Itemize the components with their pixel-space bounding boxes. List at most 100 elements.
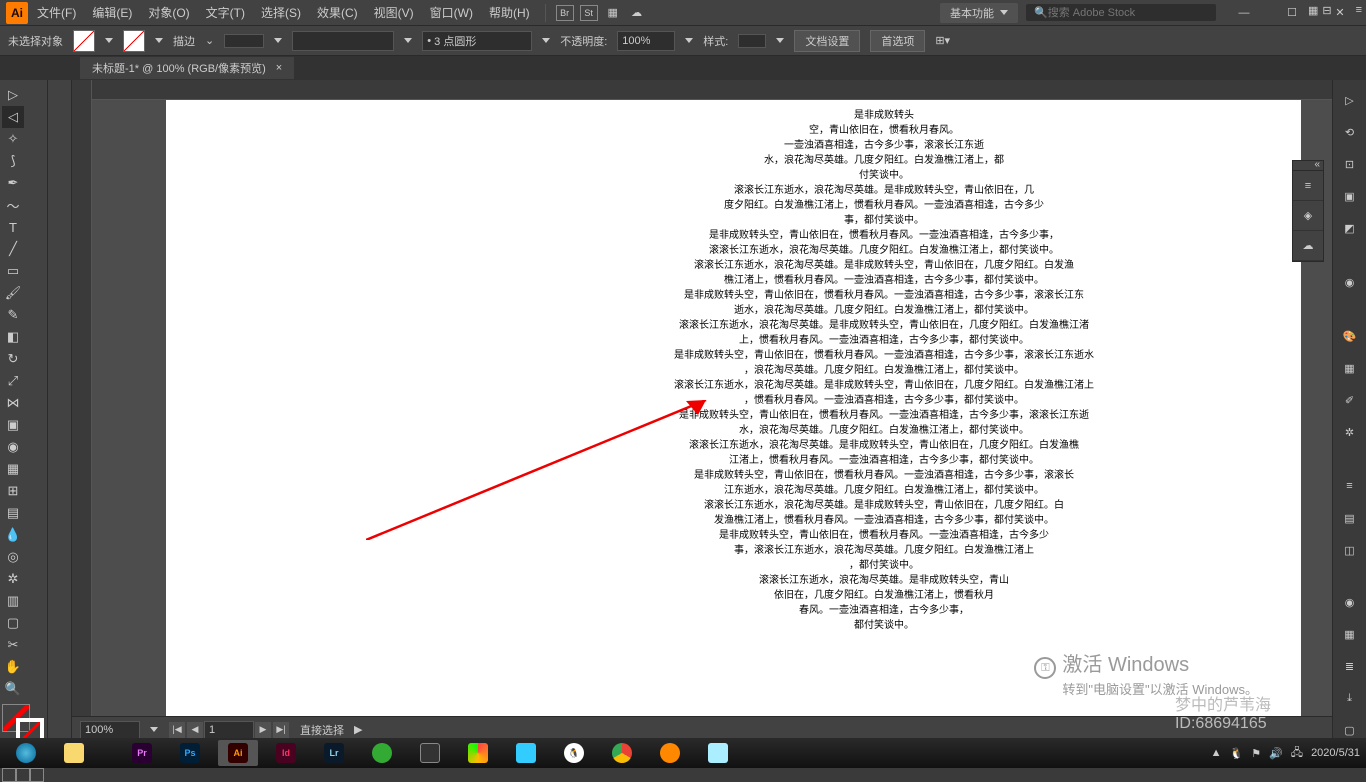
style-input[interactable]	[738, 34, 766, 48]
opacity-input[interactable]: 100%	[617, 31, 675, 51]
properties-panel-icon[interactable]: ≡	[1293, 171, 1323, 201]
menu-object[interactable]: 对象(O)	[141, 1, 196, 24]
prefs-button[interactable]: 首选项	[870, 30, 925, 52]
stroke-profile-input[interactable]	[292, 31, 394, 51]
draw-behind-icon[interactable]	[16, 768, 30, 782]
menu-help[interactable]: 帮助(H)	[482, 1, 537, 24]
hand-tool[interactable]: ✋	[2, 656, 24, 678]
arrange-icon[interactable]: ▦	[602, 2, 624, 24]
line-tool[interactable]: ╱	[2, 238, 24, 260]
toggle-panels-icon-2[interactable]: ⊟	[1322, 4, 1331, 17]
floating-panel[interactable]: « ≡ ◈ ☁	[1292, 160, 1324, 262]
layers-panel-icon[interactable]: ◈	[1293, 201, 1323, 231]
search-input[interactable]	[1048, 7, 1208, 19]
selection-tool[interactable]: ▷	[2, 84, 24, 106]
indesign-icon[interactable]: Id	[266, 740, 306, 766]
expand-strip[interactable]	[48, 80, 72, 742]
tray-qq-icon[interactable]: 🐧	[1230, 747, 1244, 760]
task-app-4-icon[interactable]	[506, 740, 546, 766]
artboard[interactable]: 是非成败转头空，青山依旧在，惯看秋月春风。一壶浊酒喜相逢，古今多少事，滚滚长江东…	[166, 100, 1301, 740]
rectangle-tool[interactable]: ▭	[2, 260, 24, 282]
tray-network-icon[interactable]: 🖧	[1291, 744, 1303, 763]
fill-swatch[interactable]	[73, 30, 95, 52]
menu-edit[interactable]: 编辑(E)	[85, 1, 139, 24]
type-tool[interactable]: T	[2, 216, 24, 238]
tray-flag-icon[interactable]: ⚑	[1251, 747, 1261, 760]
status-menu-icon[interactable]: ▶	[354, 723, 362, 736]
stock-icon[interactable]: St	[578, 2, 600, 24]
paintbrush-tool[interactable]: 🖌	[2, 282, 24, 304]
task-app-5-icon[interactable]	[650, 740, 690, 766]
last-artboard-button[interactable]: ▶|	[273, 722, 289, 738]
eyedropper-tool[interactable]: 💧	[2, 524, 24, 546]
menu-view[interactable]: 视图(V)	[367, 1, 421, 24]
gradient-tool[interactable]: ▤	[2, 502, 24, 524]
panel-collapse-icon[interactable]: «	[1314, 159, 1320, 170]
shape-builder-tool[interactable]: ◉	[2, 436, 24, 458]
brush-input[interactable]: • 3 点圆形	[422, 31, 532, 51]
stroke-link-icon[interactable]: ⌄	[205, 34, 214, 47]
graphic-styles-panel-icon[interactable]: ▦	[1338, 622, 1362, 646]
artboard-nav-input[interactable]: 1	[204, 721, 254, 739]
column-graph-tool[interactable]: ▥	[2, 590, 24, 612]
draw-inside-icon[interactable]	[30, 768, 44, 782]
doc-setup-button[interactable]: 文档设置	[794, 30, 860, 52]
lasso-tool[interactable]: ⟆	[2, 150, 24, 172]
stroke-weight-input[interactable]	[224, 34, 264, 48]
curvature-tool[interactable]: ～	[2, 194, 24, 216]
layers-icon[interactable]: ≣	[1338, 654, 1362, 678]
first-artboard-button[interactable]: |◀	[169, 722, 185, 738]
tray-sound-icon[interactable]: 🔊	[1269, 747, 1283, 760]
width-tool[interactable]: ⋈	[2, 392, 24, 414]
magic-wand-tool[interactable]: ✧	[2, 128, 24, 150]
brushes-panel-icon[interactable]: ✐	[1338, 388, 1362, 412]
task-app-1-icon[interactable]	[362, 740, 402, 766]
color-panel-icon[interactable]: 🎨	[1338, 324, 1362, 348]
eraser-tool[interactable]: ◧	[2, 326, 24, 348]
lightroom-icon[interactable]: Lr	[314, 740, 354, 766]
document-tab[interactable]: 未标题-1* @ 100% (RGB/像素预览) ×	[80, 57, 294, 79]
menu-effect[interactable]: 效果(C)	[310, 1, 365, 24]
zoom-tool[interactable]: 🔍	[2, 678, 24, 700]
taskbar-date[interactable]: 2020/5/31	[1311, 747, 1360, 759]
align-panel-icon[interactable]: ▣	[1338, 184, 1362, 208]
rotate-tool[interactable]: ↻	[2, 348, 24, 370]
free-transform-tool[interactable]: ▣	[2, 414, 24, 436]
asset-export-icon[interactable]: ⤓	[1338, 686, 1362, 710]
stroke-swatch[interactable]	[123, 30, 145, 52]
photoshop-icon[interactable]: Ps	[170, 740, 210, 766]
scale-tool[interactable]: ⤢	[2, 370, 24, 392]
browser-icon[interactable]	[6, 740, 46, 766]
fill-dropdown-icon[interactable]	[105, 38, 113, 43]
task-app-2-icon[interactable]	[410, 740, 450, 766]
pen-tool[interactable]: ✒	[2, 172, 24, 194]
symbol-sprayer-tool[interactable]: ✲	[2, 568, 24, 590]
search-box[interactable]: 🔍	[1026, 4, 1216, 21]
task-app-3-icon[interactable]	[458, 740, 498, 766]
align-icon[interactable]: ⊞▾	[935, 34, 950, 47]
libraries-panel-icon[interactable]: ☁	[1293, 231, 1323, 261]
draw-normal-icon[interactable]	[2, 768, 16, 782]
shaped-text-object[interactable]: 是非成败转头空，青山依旧在，惯看秋月春风。一壶浊酒喜相逢，古今多少事，滚滚长江东…	[603, 108, 1165, 648]
win-minimize[interactable]: —	[1224, 0, 1264, 26]
menu-select[interactable]: 选择(S)	[254, 1, 308, 24]
gradient-panel-icon[interactable]: ▤	[1338, 506, 1362, 530]
swatches-panel-icon[interactable]: ▦	[1338, 356, 1362, 380]
chrome-icon[interactable]	[602, 740, 642, 766]
prev-artboard-button[interactable]: ◀	[187, 722, 203, 738]
tray-up-icon[interactable]: ▲	[1211, 747, 1222, 759]
mesh-tool[interactable]: ⊞	[2, 480, 24, 502]
perspective-tool[interactable]: ▦	[2, 458, 24, 480]
qq-icon[interactable]: 🐧	[554, 740, 594, 766]
bridge-icon[interactable]: Br	[554, 2, 576, 24]
premiere-icon[interactable]: Pr	[122, 740, 162, 766]
menu-file[interactable]: 文件(F)	[30, 1, 83, 24]
notepad-icon[interactable]	[698, 740, 738, 766]
stroke-dropdown-icon[interactable]	[155, 38, 163, 43]
symbols-panel-icon[interactable]: ✲	[1338, 420, 1362, 444]
artboard-tool[interactable]: ▢	[2, 612, 24, 634]
shaper-tool[interactable]: ✎	[2, 304, 24, 326]
cc-icon[interactable]: ◉	[1338, 270, 1362, 294]
stroke-panel-icon[interactable]: ≡	[1338, 474, 1362, 498]
direct-selection-tool[interactable]: ◁	[2, 106, 24, 128]
